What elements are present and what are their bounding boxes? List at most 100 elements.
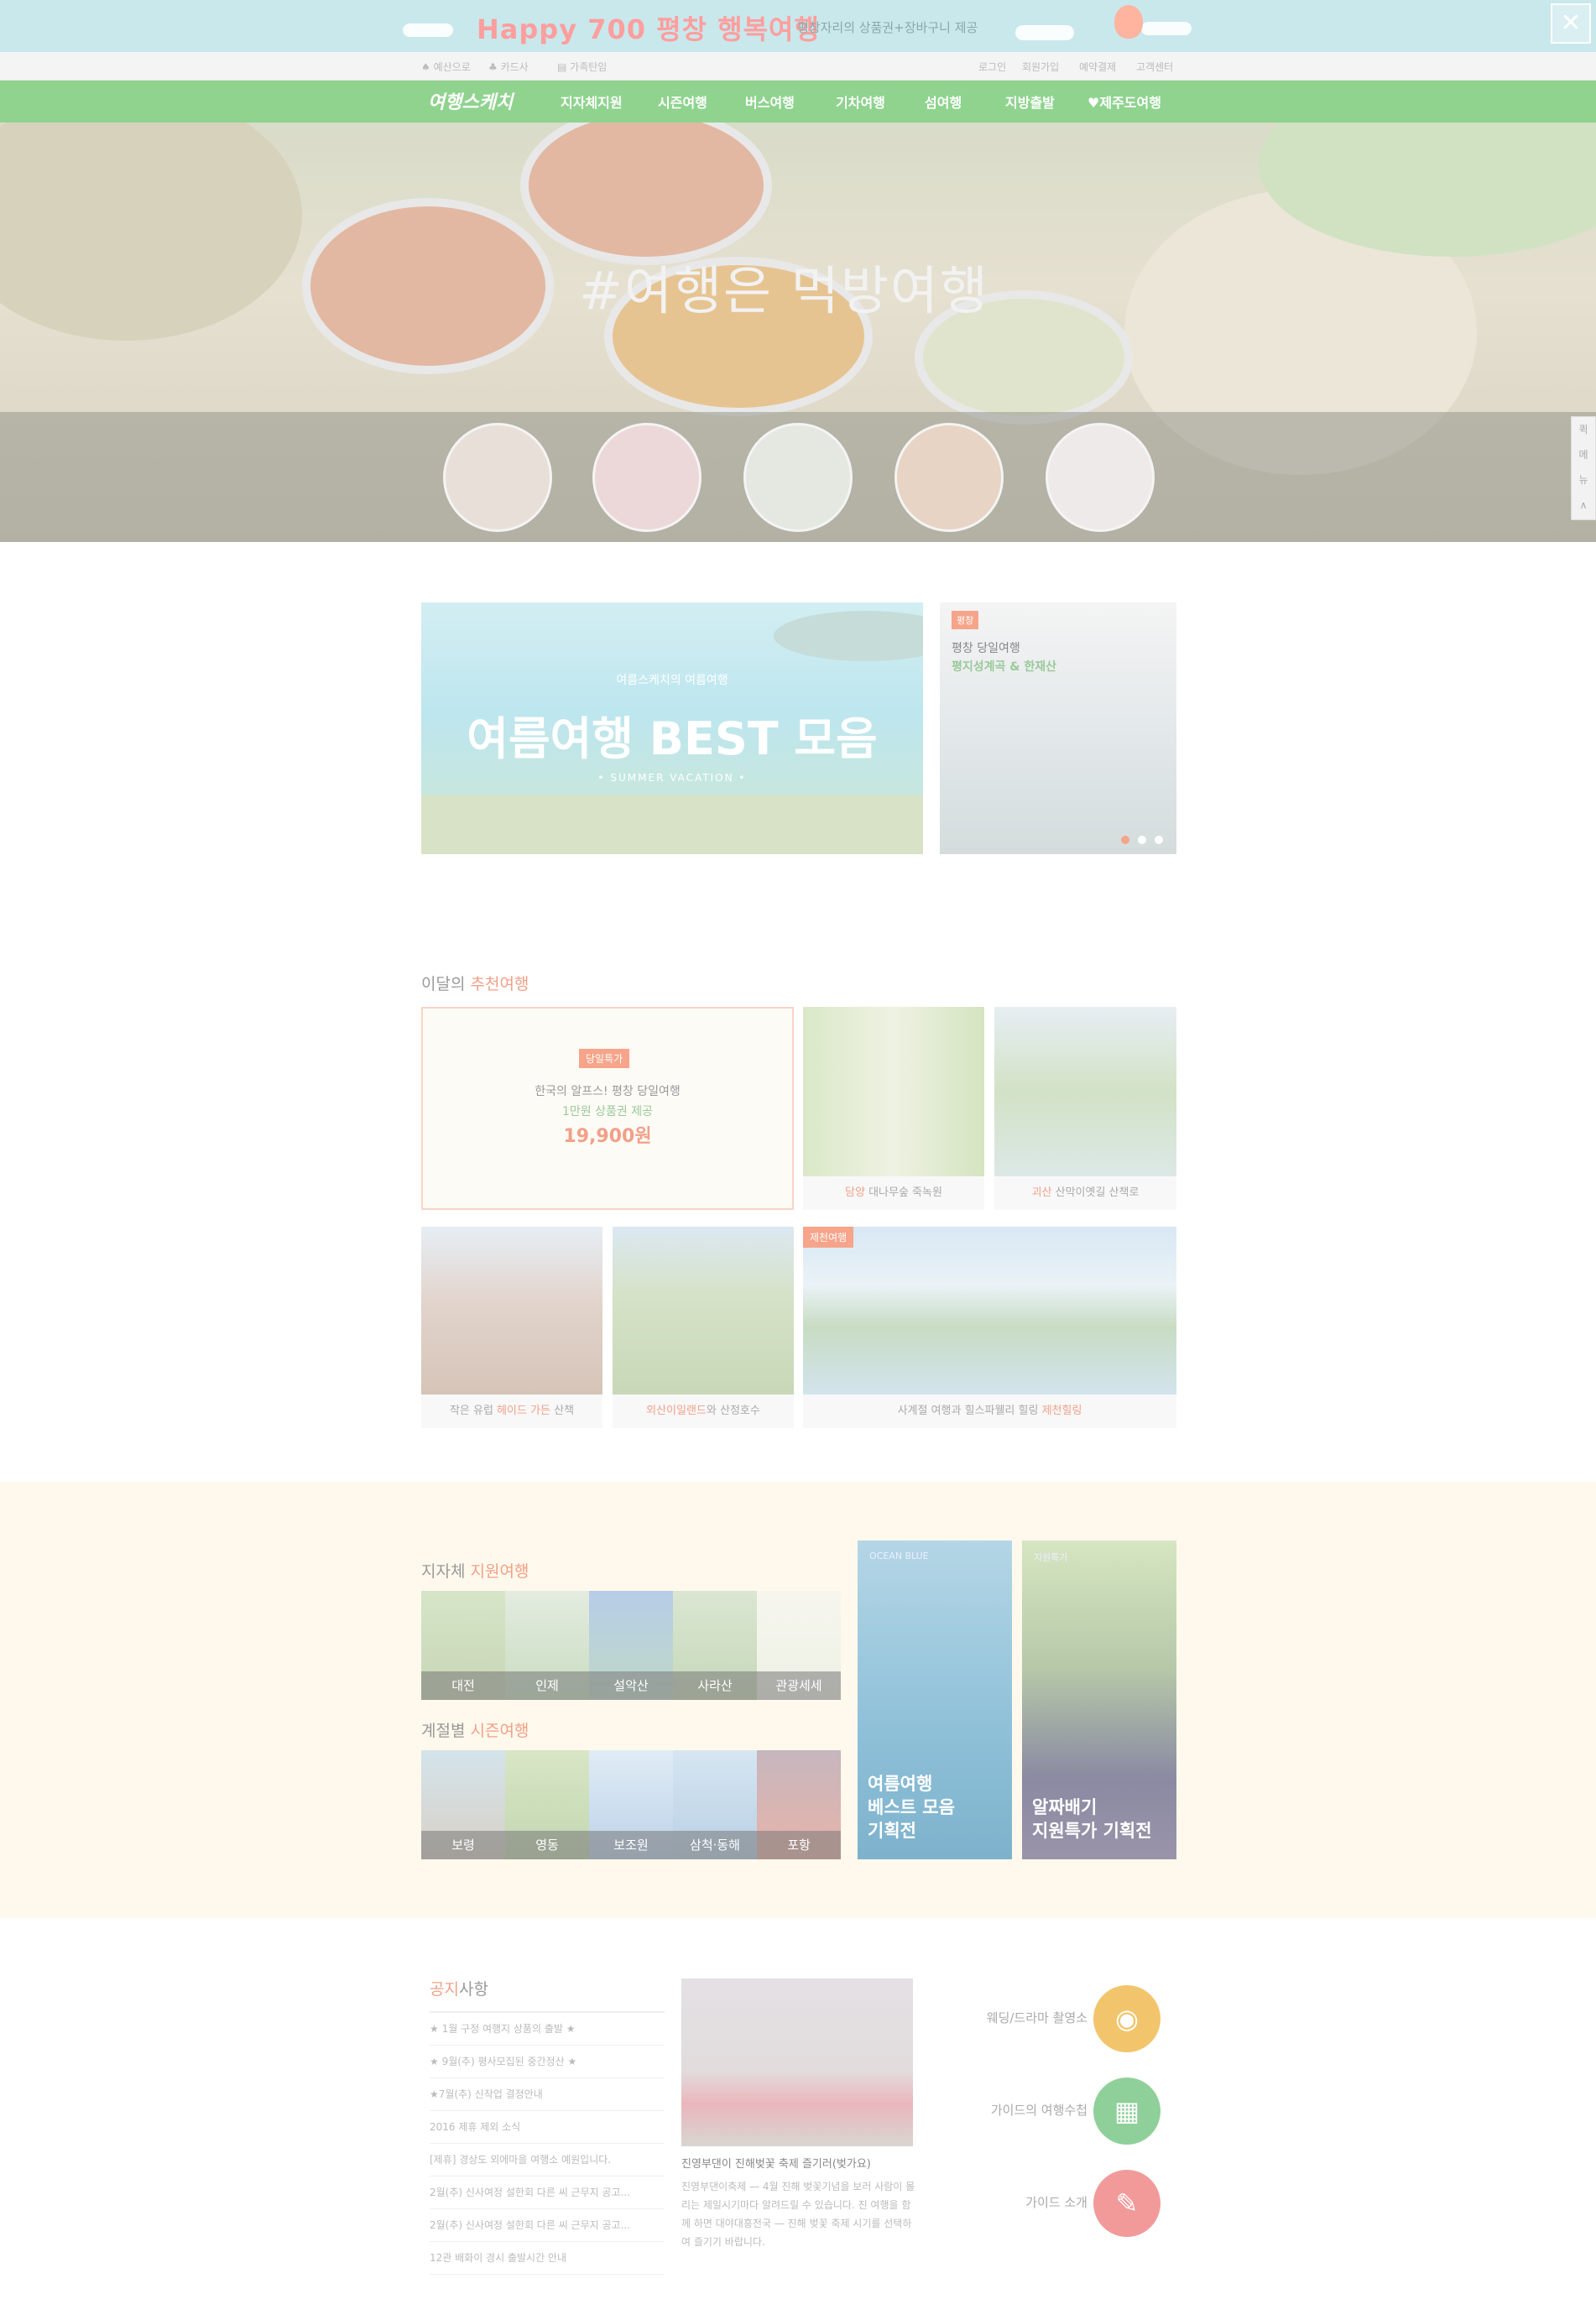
card-caption: 담양 대나무숲 죽녹원	[803, 1176, 984, 1210]
news-card[interactable]: 진영부댄이 진해벚꽃 축제 즐기러(벚가요) 진영부댄이축제 — 4월 진해 벚…	[681, 1978, 916, 2281]
hero-banner[interactable]: #여행은 먹방여행	[0, 123, 1596, 542]
notice-item[interactable]: 2016 제휴 제외 소식	[430, 2111, 665, 2144]
season-tile[interactable]: 보령	[421, 1750, 505, 1859]
service-label: 가이드 소개	[1025, 2195, 1087, 2210]
hero-thumb[interactable]	[743, 423, 853, 532]
garden-image	[613, 1227, 794, 1395]
notice-item[interactable]: 2월(추) 신사여정 설한회 다른 씨 근무지 공고...	[430, 2209, 665, 2242]
notice-title[interactable]: 공지사항	[430, 1977, 665, 2013]
nav-item[interactable]: 지방출발	[1005, 91, 1055, 112]
hero-thumb[interactable]	[443, 423, 552, 532]
ocean-promo-card[interactable]: OCEAN BLUE 여름여행 베스트 모음 기획전	[858, 1540, 1012, 1859]
service-link-guide[interactable]: 가이드 소개 ✎	[923, 2170, 1175, 2237]
title-highlight: 지원여행	[470, 1562, 529, 1581]
promo-small-label: 지원특가	[1034, 1552, 1068, 1563]
grape-promo-card[interactable]: 지원특가 알짜배기 지원특가 기획전	[1022, 1540, 1176, 1859]
util-link-booking[interactable]: 예약결제	[1079, 60, 1116, 74]
main-nav: 여행스케치 지자체지원 시즌여행 버스여행 기차여행 섬여행 지방출발 ♥제주도…	[0, 81, 1596, 123]
quick-menu[interactable]: 퀵 메 뉴 ∧	[1571, 416, 1596, 520]
tile-label: 설악산	[589, 1671, 673, 1700]
season-section-title: 계절별 시즌여행	[421, 1718, 529, 1741]
recommend-feature-card[interactable]: 당일특가 한국의 알프스! 평창 당일여행 1만원 상품권 제공 19,900원	[421, 1007, 794, 1210]
notice-board: 공지사항 ★ 1월 구정 여행지 상품의 출발 ★ ★ 9월(추) 평사모집된 …	[430, 1977, 665, 2279]
season-tile[interactable]: 보조원	[589, 1750, 673, 1859]
hero-thumb[interactable]	[894, 423, 1004, 532]
util-link-left[interactable]: ♣ 카드사	[488, 60, 529, 74]
tile-label: 영동	[505, 1831, 589, 1859]
tile-label: 사라산	[673, 1671, 757, 1700]
promo-title-line: 베스트 모음	[868, 1797, 955, 1817]
utility-bar: ♠ 예산으로 ♣ 카드사 ▤ 가족탄임 로그인 회원가입 예약결제 고객센터	[0, 52, 1596, 81]
basket-decoration	[0, 123, 302, 341]
recommend-card[interactable]: 외산이일랜드와 산정호수	[613, 1227, 794, 1428]
notice-item[interactable]: 12관 배화이 경시 출발시간 안내	[430, 2242, 665, 2275]
service-label: 웨딩/드라마 촬영소	[986, 2010, 1087, 2025]
notice-item[interactable]: 2월(추) 신사여정 설한회 다른 씨 근무지 공고...	[430, 2176, 665, 2209]
top-promo-banner[interactable]: Happy 700 평창 행복여행 평창자리의 상품권+장바구니 제공 ✕	[0, 0, 1596, 52]
nav-item[interactable]: 지자체지원	[561, 91, 623, 112]
calendar-icon[interactable]: ▦	[1093, 2077, 1160, 2145]
scroll-top-icon[interactable]: ∧	[1572, 493, 1595, 518]
util-link-signup[interactable]: 회원가입	[1022, 60, 1059, 74]
recommend-card[interactable]: 제천여행 사계절 여행과 힐스파웰리 힐링 제천힐링	[803, 1227, 1176, 1428]
close-icon[interactable]: ✕	[1551, 3, 1591, 44]
guide-icon[interactable]: ✎	[1093, 2170, 1160, 2237]
river-image	[994, 1007, 1176, 1176]
nav-item-jeju[interactable]: ♥제주도여행	[1087, 91, 1161, 112]
food-pot-image	[520, 123, 772, 265]
util-link-left[interactable]: ♠ 예산으로	[421, 60, 471, 74]
tile-label: 삼척·동해	[673, 1831, 757, 1859]
service-link-guidebook[interactable]: 가이드의 여행수첩 ▦	[923, 2077, 1175, 2145]
feature-badge: 당일특가	[579, 1049, 630, 1068]
util-link-login[interactable]: 로그인	[978, 60, 1006, 74]
notice-item[interactable]: [제휴] 경상도 외에마을 여행소 예원입니다.	[430, 2144, 665, 2176]
caption-text: 산막이옛길 산책로	[1051, 1186, 1140, 1199]
notice-item[interactable]: ★7월(추) 신작업 결정안내	[430, 2078, 665, 2111]
service-label: 가이드의 여행수첩	[990, 2103, 1087, 2118]
recommend-card[interactable]: 괴산 산막이옛길 산책로	[994, 1007, 1176, 1210]
util-link-left[interactable]: ▤ 가족탄임	[557, 60, 607, 74]
tile-label: 보령	[421, 1831, 505, 1859]
season-tile[interactable]: 포항	[757, 1750, 841, 1859]
hero-thumb[interactable]	[1046, 423, 1155, 532]
cherry-blossom-image	[681, 1978, 913, 2146]
quick-menu-label: 퀵	[1578, 424, 1588, 435]
local-tile[interactable]: 관광세세	[757, 1591, 841, 1700]
banner-subtext: 평창자리의 상품권+장바구니 제공	[797, 20, 978, 35]
promo-title: 여름여행 BEST 모음	[467, 712, 878, 765]
side-promo-slide[interactable]: 평창 평창 당일여행 평지성계곡 & 한재산	[940, 602, 1176, 854]
local-tile[interactable]: 대전	[421, 1591, 505, 1700]
camera-icon[interactable]: ◉	[1093, 1985, 1160, 2052]
summer-best-banner[interactable]: 여름스케치의 여름여행 여름여행 BEST 모음 • SUMMER VACATI…	[421, 602, 923, 854]
local-tile[interactable]: 설악산	[589, 1591, 673, 1700]
service-link-filming[interactable]: 웨딩/드라마 촬영소 ◉	[923, 1985, 1175, 2052]
local-tile[interactable]: 인제	[505, 1591, 589, 1700]
recommend-card[interactable]: 담양 대나무숲 죽녹원	[803, 1007, 984, 1210]
hero-thumb[interactable]	[592, 423, 702, 532]
slide-dot[interactable]	[1155, 836, 1163, 844]
notice-item[interactable]: ★ 1월 구정 여행지 상품의 출발 ★	[430, 2013, 665, 2046]
recommend-card[interactable]: 작은 유럽 헤이드 가든 산책	[421, 1227, 602, 1428]
promo-title-line: 기획전	[868, 1821, 916, 1841]
news-body: 진영부댄이축제 — 4월 진해 벚꽃기념을 보러 사람이 몰리는 제일시기마다 …	[681, 2181, 915, 2248]
notice-item[interactable]: ★ 9월(추) 평사모집된 중간정산 ★	[430, 2046, 665, 2078]
card-caption: 외산이일랜드와 산정호수	[613, 1395, 794, 1428]
title-prefix: 이달의	[421, 975, 471, 993]
caption-highlight: 괴산	[1031, 1186, 1052, 1199]
slide-dot[interactable]	[1138, 836, 1146, 844]
news-headline[interactable]: 진영부댄이 진해벚꽃 축제 즐기러(벚가요)	[681, 2155, 916, 2171]
nav-item[interactable]: 기차여행	[836, 91, 885, 112]
season-tile[interactable]: 삼척·동해	[673, 1750, 757, 1859]
nav-item[interactable]: 시즌여행	[658, 91, 707, 112]
nav-item[interactable]: 버스여행	[745, 91, 795, 112]
nav-item[interactable]: 섬여행	[925, 91, 962, 112]
cloud-decoration	[1141, 22, 1192, 35]
local-tile[interactable]: 사라산	[673, 1591, 757, 1700]
util-link-support[interactable]: 고객센터	[1136, 60, 1173, 74]
slide-dot[interactable]	[1121, 836, 1129, 844]
title-prefix: 계절별	[421, 1722, 471, 1740]
caption-highlight: 제천힐링	[1041, 1405, 1082, 1417]
season-tile[interactable]: 영동	[505, 1750, 589, 1859]
site-logo[interactable]: 여행스케치	[428, 87, 513, 114]
promo-small-label: OCEAN BLUE	[869, 1551, 929, 1561]
